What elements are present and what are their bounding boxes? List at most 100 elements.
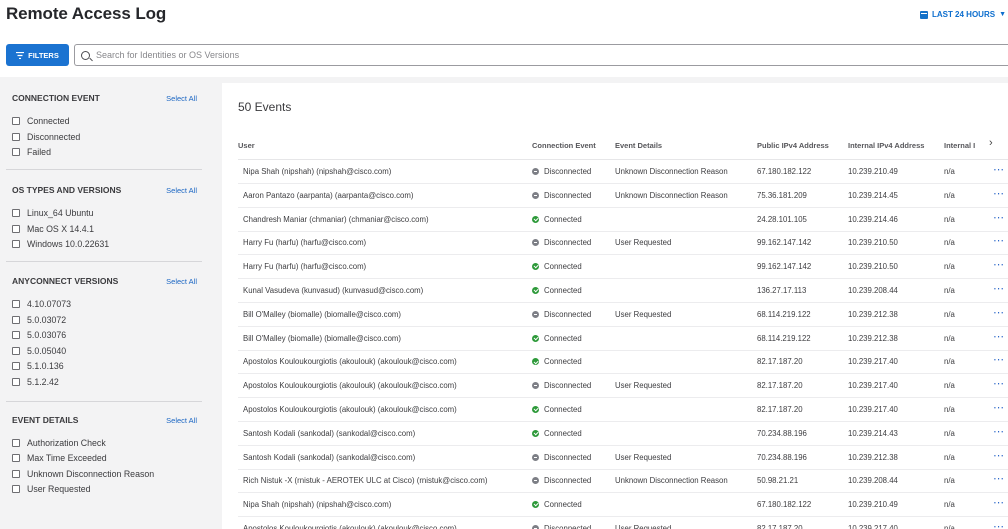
table-row[interactable]: Bill O'Malley (biomalle) (biomalle@cisco… <box>238 303 1008 327</box>
filter-option[interactable]: Windows 10.0.22631 <box>12 239 109 249</box>
more-actions-icon[interactable]: ⋯ <box>993 258 1005 271</box>
filter-option-label: Unknown Disconnection Reason <box>27 469 155 479</box>
filter-option[interactable]: 5.0.05040 <box>12 346 66 356</box>
filter-option-label: Linux_64 Ubuntu <box>27 208 94 218</box>
more-actions-icon[interactable]: ⋯ <box>993 282 1005 295</box>
more-actions-icon[interactable]: ⋯ <box>993 472 1005 485</box>
more-actions-icon[interactable]: ⋯ <box>993 401 1005 414</box>
filter-option[interactable]: Disconnected <box>12 132 80 142</box>
checkbox[interactable] <box>12 347 20 355</box>
checkbox[interactable] <box>12 148 20 156</box>
checkbox[interactable] <box>12 209 20 217</box>
cell-internal6: n/a <box>944 500 955 510</box>
checkbox[interactable] <box>12 225 20 233</box>
checkbox[interactable] <box>12 439 20 447</box>
table-row[interactable]: Santosh Kodali (sankodal) (sankodal@cisc… <box>238 446 1008 470</box>
cell-public-ip: 70.234.88.196 <box>757 452 807 462</box>
table-row[interactable]: Nipa Shah (nipshah) (nipshah@cisco.com) D… <box>238 160 1008 184</box>
filter-option[interactable]: Linux_64 Ubuntu <box>12 208 94 218</box>
cell-public-ip: 67.180.182.122 <box>757 500 812 510</box>
checkbox[interactable] <box>12 378 20 386</box>
filters-button[interactable]: FILTERS <box>6 44 69 66</box>
column-header[interactable]: Public IPv4 Address <box>757 141 845 150</box>
cell-user: Apostolos Kouloukourgiotis (akoulouk) (a… <box>243 405 457 414</box>
more-actions-icon[interactable]: ⋯ <box>993 353 1005 366</box>
table-row[interactable]: Harry Fu (harfu) (harfu@cisco.com) Discon… <box>238 231 1008 256</box>
filter-option[interactable]: Connected <box>12 116 70 126</box>
time-range-selector[interactable]: LAST 24 HOURS ▼ <box>919 10 1006 19</box>
cell-public-ip: 75.36.181.209 <box>757 190 807 200</box>
cell-internal-ip: 10.239.217.40 <box>848 405 898 414</box>
search-input[interactable] <box>96 50 896 60</box>
check-circle-icon <box>532 287 539 294</box>
filter-option-label: Authorization Check <box>27 438 106 448</box>
column-header[interactable]: User <box>238 141 528 150</box>
filter-option-label: Connected <box>27 116 70 126</box>
select-all-link[interactable]: Select All <box>166 416 197 425</box>
filter-group-title: OS TYPES AND VERSIONS <box>12 185 122 195</box>
checkbox[interactable] <box>12 362 20 370</box>
cell-internal6: n/a <box>944 286 955 295</box>
select-all-link[interactable]: Select All <box>166 186 197 195</box>
filter-option[interactable]: 5.0.03072 <box>12 315 66 325</box>
connection-status: Connected <box>532 215 612 224</box>
filter-option[interactable]: Authorization Check <box>12 438 106 448</box>
filter-option[interactable]: 5.1.0.136 <box>12 361 64 371</box>
more-actions-icon[interactable]: ⋯ <box>993 330 1005 343</box>
more-actions-icon[interactable]: ⋯ <box>993 234 1005 247</box>
checkbox[interactable] <box>12 331 20 339</box>
table-row[interactable]: Harry Fu (harfu) (harfu@cisco.com) Connec… <box>238 255 1008 280</box>
column-header[interactable]: Connection Event <box>532 141 612 150</box>
column-header[interactable]: Event Details <box>615 141 755 150</box>
checkbox[interactable] <box>12 133 20 141</box>
chevron-right-icon[interactable]: › <box>989 137 993 149</box>
table-row[interactable]: Santosh Kodali (sankodal) (sankodal@cisc… <box>238 422 1008 446</box>
table-row[interactable]: Bill O'Malley (biomalle) (biomalle@cisco… <box>238 327 1008 351</box>
more-actions-icon[interactable]: ⋯ <box>993 306 1005 319</box>
checkbox[interactable] <box>12 117 20 125</box>
checkbox[interactable] <box>12 300 20 308</box>
more-actions-icon[interactable]: ⋯ <box>993 163 1005 176</box>
more-actions-icon[interactable]: ⋯ <box>993 425 1005 438</box>
cell-internal-ip: 10.239.210.50 <box>848 238 898 248</box>
filter-option[interactable]: User Requested <box>12 484 91 494</box>
table-row[interactable]: Nipa Shah (nipshah) (nipshah@cisco.com) C… <box>238 493 1008 518</box>
cell-user: Apostolos Kouloukourgiotis (akoulouk) (a… <box>243 524 457 529</box>
checkbox[interactable] <box>12 240 20 248</box>
more-actions-icon[interactable]: ⋯ <box>993 187 1005 200</box>
table-row[interactable]: Apostolos Kouloukourgiotis (akoulouk) (a… <box>238 517 1008 529</box>
more-actions-icon[interactable]: ⋯ <box>993 449 1005 462</box>
table-row[interactable]: Apostolos Kouloukourgiotis (akoulouk) (a… <box>238 374 1008 399</box>
checkbox[interactable] <box>12 485 20 493</box>
cell-details: Unknown Disconnection Reason <box>615 167 728 176</box>
select-all-link[interactable]: Select All <box>166 94 197 103</box>
checkbox[interactable] <box>12 470 20 478</box>
table-row[interactable]: Chandresh Maniar (chmaniar) (chmaniar@ci… <box>238 208 1008 232</box>
table-row[interactable]: Rich Nistuk -X (rnistuk - AEROTEK ULC at… <box>238 469 1008 494</box>
table-row[interactable]: Kunal Vasudeva (kunvasud) (kunvasud@cisc… <box>238 279 1008 303</box>
more-actions-icon[interactable]: ⋯ <box>993 377 1005 390</box>
cell-internal6: n/a <box>944 428 955 438</box>
select-all-link[interactable]: Select All <box>166 277 197 286</box>
column-header[interactable]: Internal I <box>944 141 988 150</box>
column-header[interactable]: Internal IPv4 Address <box>848 141 942 150</box>
filter-option[interactable]: Mac OS X 14.4.1 <box>12 224 94 234</box>
checkbox[interactable] <box>12 454 20 462</box>
filter-option[interactable]: 4.10.07073 <box>12 299 71 309</box>
filter-option[interactable]: 5.0.03076 <box>12 330 66 340</box>
filter-option[interactable]: Unknown Disconnection Reason <box>12 469 154 479</box>
cell-internal6: n/a <box>944 476 955 486</box>
connection-event-text: Disconnected <box>544 452 592 462</box>
more-actions-icon[interactable]: ⋯ <box>993 520 1005 529</box>
filter-option[interactable]: Failed <box>12 147 51 157</box>
more-actions-icon[interactable]: ⋯ <box>993 496 1005 509</box>
filter-option[interactable]: 5.1.2.42 <box>12 377 59 387</box>
table-row[interactable]: Apostolos Kouloukourgiotis (akoulouk) (a… <box>238 398 1008 422</box>
more-actions-icon[interactable]: ⋯ <box>993 211 1005 224</box>
connection-event-text: Connected <box>544 405 582 414</box>
filter-option[interactable]: Max Time Exceeded <box>12 453 107 463</box>
checkbox[interactable] <box>12 316 20 324</box>
connection-status: Disconnected <box>532 310 612 319</box>
table-row[interactable]: Apostolos Kouloukourgiotis (akoulouk) (a… <box>238 350 1008 375</box>
table-row[interactable]: Aaron Pantazo (aarpanta) (aarpanta@cisco… <box>238 184 1008 208</box>
